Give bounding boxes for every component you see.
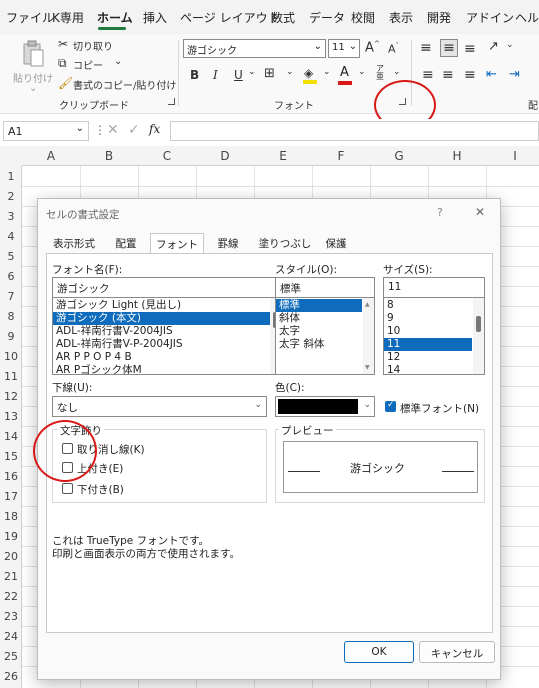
list-item[interactable]: ADL-祥南行書V-P-2004JIS: [53, 338, 281, 351]
scroll-up-icon[interactable]: ▲: [365, 301, 370, 308]
preview-box: 游ゴシック: [283, 441, 478, 493]
row-header[interactable]: 5: [0, 250, 22, 263]
tab-font[interactable]: フォント: [150, 233, 204, 253]
normal-font-checkbox[interactable]: ✓: [385, 400, 396, 412]
style-label: スタイル(O):: [275, 264, 337, 276]
close-icon[interactable]: ✕: [475, 205, 485, 219]
row-header[interactable]: 15: [0, 450, 22, 463]
list-item[interactable]: 12: [384, 351, 484, 364]
row-header[interactable]: 1: [0, 170, 22, 183]
color-label: 色(C):: [275, 382, 305, 394]
row-header[interactable]: 21: [0, 570, 22, 583]
row-header[interactable]: 17: [0, 490, 22, 503]
color-dropdown[interactable]: ⌄: [275, 396, 375, 417]
row-header[interactable]: 10: [0, 350, 22, 363]
list-item[interactable]: 10: [384, 325, 484, 338]
dialog-title: セルの書式設定: [46, 209, 120, 221]
row-header[interactable]: 13: [0, 410, 22, 423]
list-item[interactable]: 斜体: [276, 312, 374, 325]
normal-font-label: 標準フォント(N): [400, 403, 480, 415]
tab-border[interactable]: 罫線: [210, 233, 246, 253]
scrollbar[interactable]: ▲ ▼: [363, 298, 374, 374]
style-list[interactable]: 標準 斜体 太字 太字 斜体 ▲ ▼: [275, 297, 375, 375]
help-icon[interactable]: ?: [437, 206, 443, 219]
list-item[interactable]: 太字: [276, 325, 374, 338]
subscript-checkbox[interactable]: [62, 483, 73, 494]
font-name-input[interactable]: 游ゴシック: [52, 277, 282, 298]
list-item[interactable]: 游ゴシック (本文): [53, 312, 281, 325]
list-item[interactable]: 9: [384, 312, 484, 325]
tab-number[interactable]: 表示形式: [50, 233, 98, 253]
row-header[interactable]: 8: [0, 310, 22, 323]
list-item[interactable]: 11: [384, 338, 472, 351]
list-item[interactable]: AR Pゴシック体M: [53, 364, 281, 374]
row-header[interactable]: 6: [0, 270, 22, 283]
font-name-label: フォント名(F):: [52, 264, 123, 276]
ok-button[interactable]: OK: [344, 641, 414, 663]
row-header[interactable]: 22: [0, 590, 22, 603]
tab-alignment[interactable]: 配置: [110, 233, 142, 253]
list-item[interactable]: AR P P O P 4 B: [53, 351, 281, 364]
preview-label: プレビュー: [279, 423, 336, 438]
style-input[interactable]: 標準: [275, 277, 375, 298]
list-item[interactable]: ADL-祥南行書V-2004JIS: [53, 325, 281, 338]
checkmark-icon: ✓: [387, 400, 395, 410]
annotation-circle: [33, 420, 97, 482]
row-header[interactable]: 7: [0, 290, 22, 303]
row-header[interactable]: 11: [0, 370, 22, 383]
row-header[interactable]: 2: [0, 190, 22, 203]
cancel-button[interactable]: キャンセル: [419, 641, 495, 663]
font-name-list[interactable]: 游ゴシック Light (見出し) 游ゴシック (本文) ADL-祥南行書V-2…: [52, 297, 282, 375]
row-header[interactable]: 25: [0, 650, 22, 663]
info-line-2: 印刷と画面表示の両方で使用されます。: [52, 548, 240, 560]
list-item[interactable]: 太字 斜体: [276, 338, 374, 351]
chevron-down-icon: ⌄: [254, 400, 262, 410]
row-header[interactable]: 19: [0, 530, 22, 543]
list-item[interactable]: 8: [384, 299, 484, 312]
scroll-down-icon[interactable]: ▼: [365, 364, 370, 371]
color-swatch: [278, 399, 358, 414]
row-header[interactable]: 3: [0, 210, 22, 223]
row-header[interactable]: 4: [0, 230, 22, 243]
size-input[interactable]: 11: [383, 277, 485, 298]
row-header[interactable]: 20: [0, 550, 22, 563]
row-headers: 1 2 3 4 5 6 7 8 9 10 11 12 13 14 15 16 1…: [0, 166, 22, 688]
underline-label: 下線(U):: [52, 382, 93, 394]
format-cells-dialog: セルの書式設定 ? ✕ 表示形式 配置 フォント 罫線 塗りつぶし 保護 フォン…: [37, 198, 501, 680]
row-header[interactable]: 23: [0, 610, 22, 623]
preview-text: 游ゴシック: [350, 462, 405, 475]
row-header[interactable]: 26: [0, 670, 22, 683]
list-item[interactable]: 游ゴシック Light (見出し): [53, 299, 281, 312]
row-header[interactable]: 18: [0, 510, 22, 523]
underline-dropdown[interactable]: なし ⌄: [52, 396, 267, 417]
chevron-down-icon: ⌄: [363, 400, 371, 410]
list-item[interactable]: 14: [384, 364, 484, 374]
row-header[interactable]: 14: [0, 430, 22, 443]
subscript-label: 下付き(B): [77, 484, 124, 496]
size-label: サイズ(S):: [383, 264, 433, 276]
scrollbar[interactable]: [473, 298, 484, 374]
list-item[interactable]: 標準: [276, 299, 362, 312]
size-list[interactable]: 8 9 10 11 12 14: [383, 297, 485, 375]
tab-protection[interactable]: 保護: [320, 233, 352, 253]
row-header[interactable]: 16: [0, 470, 22, 483]
tab-fill[interactable]: 塗りつぶし: [256, 233, 314, 253]
row-header[interactable]: 12: [0, 390, 22, 403]
row-header[interactable]: 9: [0, 330, 22, 343]
row-header[interactable]: 24: [0, 630, 22, 643]
